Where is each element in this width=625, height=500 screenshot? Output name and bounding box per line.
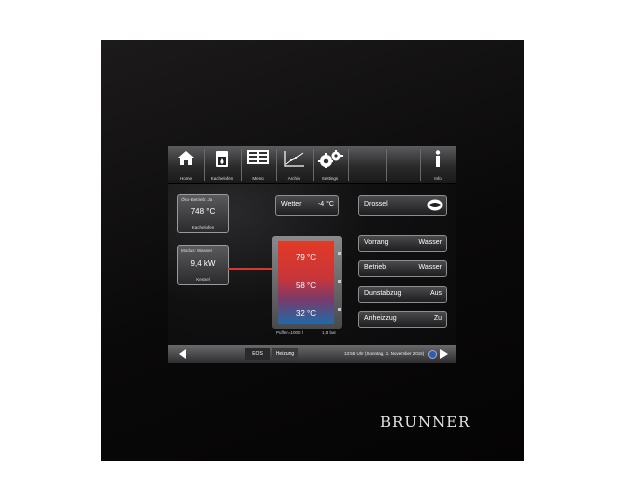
brand-logo: BRUNNER [380,413,471,431]
kessel-status-box[interactable]: Modus: Wasser 9,4 kW Kessel [177,245,229,285]
menu-icon [247,150,269,164]
home-icon [178,151,194,165]
nav-home[interactable]: Home [172,146,200,183]
nav-settings-label: Settings [321,176,339,181]
dunstabzug-label: Dunstabzug [364,290,402,297]
bottom-bar: EOS Heizung 13:55 Uhr (Sonntag, 1. Novem… [168,345,456,363]
nav-settings[interactable]: Settings [315,146,345,183]
dunstabzug-button[interactable]: Dunstabzug Aus [358,286,447,303]
buffer-tank: 79 °C 58 °C 32 °C [278,241,334,324]
nav-kachelofen-label: Kachelofen [210,176,234,181]
dunstabzug-value: Aus [429,290,442,297]
sensor-marker [338,280,341,283]
vorrang-label: Vorrang [364,239,389,246]
weather-value: -4 °C [317,201,334,208]
kessel-value: 9,4 kW [190,259,216,268]
nav-archiv-label: Archiv [287,176,301,181]
touch-screen: Home Kachelofen Menü Archiv Settings Inf… [168,146,456,363]
weather-label: Wetter [281,201,302,208]
vorrang-button[interactable]: Vorrang Wasser [358,235,447,252]
kessel-buffer-pipe [228,268,272,270]
buffer-temp-bottom: 32 °C [295,309,317,318]
sensor-marker [338,252,341,255]
divider [313,149,314,181]
buffer-tank-frame[interactable]: 79 °C 58 °C 32 °C [272,236,342,329]
buffer-temp-middle: 58 °C [295,281,317,290]
arrow-right-icon[interactable] [440,349,448,359]
vorrang-value: Wasser [418,239,442,246]
nav-menu[interactable]: Menü [243,146,273,183]
kachelofen-caption: Kachelofen [191,225,215,230]
status-indicator-icon [428,350,437,359]
nav-home-label: Home [179,176,192,181]
betrieb-button[interactable]: Betrieb Wasser [358,260,447,277]
chart-icon [284,151,304,167]
stove-icon [216,151,228,167]
kachelofen-value: 748 °C [190,207,216,216]
tab-heizung[interactable]: Heizung [272,348,298,360]
divider [204,149,205,181]
buffer-volume: Puffer=1000 l [276,330,303,335]
divider [276,149,277,181]
tab-eos[interactable]: EOS [245,348,270,360]
nav-kachelofen[interactable]: Kachelofen [206,146,238,183]
divider [420,149,421,181]
nav-info-label: Info [434,176,442,181]
drossel-label: Drossel [364,201,388,208]
betrieb-value: Wasser [418,264,442,271]
buffer-pressure: 1,8 bar [322,330,337,335]
nav-archiv[interactable]: Archiv [278,146,310,183]
divider [241,149,242,181]
throttle-icon [427,199,443,211]
kessel-status: Modus: Wasser [181,248,213,253]
nav-info[interactable]: Info [424,146,452,183]
arrow-left-icon[interactable] [179,349,187,359]
anheizzug-value: Zu [433,315,442,322]
status-datetime: 13:55 Uhr (Sonntag, 1. November 2015) [344,351,425,356]
divider [386,149,387,181]
drossel-button[interactable]: Drossel [358,195,447,216]
divider [348,149,349,181]
info-icon [435,150,441,167]
kachelofen-status-box[interactable]: Öko-Betrieb: Ja 748 °C Kachelofen [177,194,229,233]
top-nav-bar: Home Kachelofen Menü Archiv Settings Inf… [168,146,456,184]
nav-menu-label: Menü [252,176,264,181]
kessel-caption: Kessel [196,277,210,282]
kachelofen-status: Öko-Betrieb: Ja [181,197,213,202]
sensor-marker [338,308,341,311]
weather-box[interactable]: Wetter -4 °C [275,195,339,216]
gears-icon [318,150,343,168]
anheizzug-button[interactable]: Anheizzug Zu [358,311,447,328]
anheizzug-label: Anheizzug [364,315,397,322]
buffer-temp-top: 79 °C [295,253,317,262]
betrieb-label: Betrieb [364,264,387,271]
